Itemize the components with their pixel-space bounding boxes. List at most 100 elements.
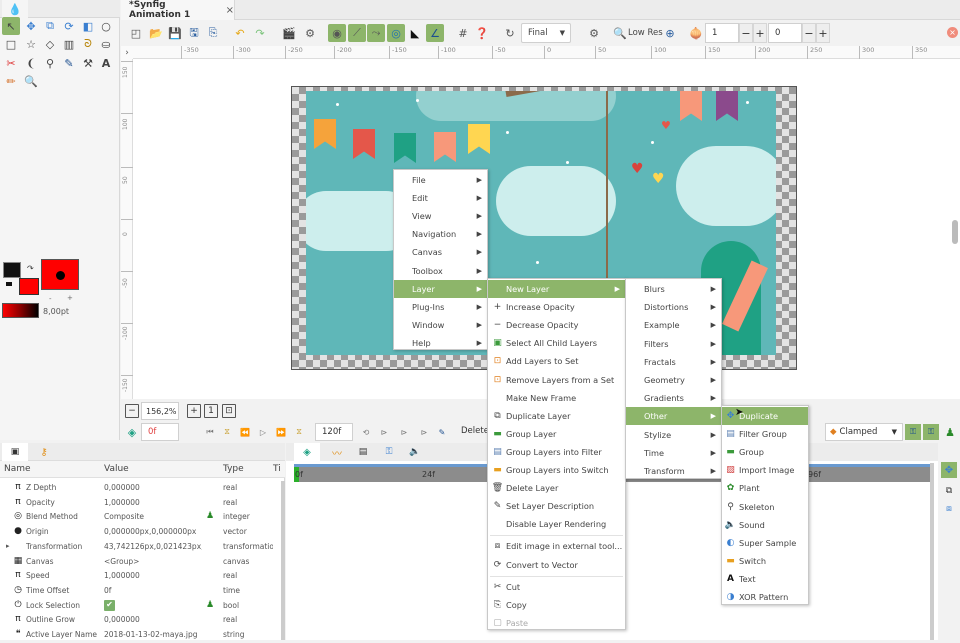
- rectangle-tool-icon[interactable]: □: [2, 35, 20, 53]
- fill-tool-icon[interactable]: ⛀: [97, 35, 115, 53]
- menu-item-view[interactable]: View ▶: [394, 207, 487, 225]
- prev-frame-icon[interactable]: ⏪: [238, 425, 252, 439]
- document-tab[interactable]: *Synfig Animation 1 ×: [121, 0, 235, 20]
- circle-tool-icon[interactable]: ○: [97, 17, 115, 35]
- menu-item-add-layers-to-set[interactable]: ⊡ Add Layers to Set: [488, 352, 625, 370]
- spline-tool-icon[interactable]: ᘐ: [79, 35, 97, 53]
- param-checkbox[interactable]: ✔: [104, 599, 115, 611]
- fill-color-swatch[interactable]: [19, 278, 39, 295]
- onion-past-decrement[interactable]: −: [739, 23, 753, 43]
- next-frame-icon[interactable]: ⏩: [274, 425, 288, 439]
- brush-size-value[interactable]: 8,00pt: [43, 307, 69, 316]
- close-canvas-icon[interactable]: ×: [947, 27, 958, 38]
- menu-item-toolbox[interactable]: Toolbox ▶: [394, 262, 487, 280]
- menu-item-disable-layer-rendering[interactable]: Disable Layer Rendering: [488, 515, 625, 533]
- param-value[interactable]: 0,000000px,0,000000px: [104, 527, 202, 536]
- menu-item-stylize[interactable]: Stylize ▶: [626, 426, 721, 444]
- menu-item-switch[interactable]: ▬ Switch: [722, 552, 808, 570]
- smooth-move-tool-icon[interactable]: ✥: [22, 17, 40, 35]
- low-res-icon[interactable]: 🔍: [611, 24, 629, 42]
- refresh-icon[interactable]: ↻: [501, 24, 519, 42]
- menu-item-import-image[interactable]: ▨ Import Image: [722, 461, 808, 479]
- rotate-tool-icon[interactable]: ⟳: [60, 17, 78, 35]
- menu-item-cut[interactable]: ✂ Cut: [488, 578, 625, 596]
- show-width-ducks-icon[interactable]: ◣: [406, 24, 424, 42]
- menu-item-canvas[interactable]: Canvas ▶: [394, 243, 487, 261]
- loop-icon[interactable]: ⟲: [359, 425, 373, 439]
- menu-item-example[interactable]: Example ▶: [626, 316, 721, 334]
- swap-colors-icon[interactable]: ↷: [27, 264, 34, 273]
- menu-item-layer[interactable]: Layer ▶: [394, 279, 487, 298]
- polygon-tool-icon[interactable]: ◇: [41, 35, 59, 53]
- menu-item-group-layers-into-filter[interactable]: ▤ Group Layers into Filter: [488, 443, 625, 461]
- cutout-tool-icon[interactable]: ✂: [2, 54, 20, 72]
- menu-item-help[interactable]: Help ▶: [394, 334, 487, 352]
- zoom-100-icon[interactable]: 1: [204, 404, 218, 418]
- menu-item-duplicate-layer[interactable]: ⧉ Duplicate Layer: [488, 407, 625, 425]
- static-person-icon[interactable]: ♟: [943, 425, 957, 439]
- timetrack-tab-icon[interactable]: ◈: [294, 443, 320, 461]
- increase-size-icon[interactable]: +: [67, 294, 73, 302]
- param-row[interactable]: π Opacity 1,000000 real: [0, 496, 280, 511]
- next-keyframe-icon[interactable]: ⧖: [292, 425, 306, 439]
- prev-keyframe-icon[interactable]: ⧖: [220, 425, 234, 439]
- open-file-icon[interactable]: 📂: [147, 24, 165, 42]
- lock-future-keyframe-icon[interactable]: ⚿: [923, 424, 939, 440]
- draw-tool-icon[interactable]: ✎: [60, 54, 78, 72]
- zoom-input[interactable]: 156,2%: [141, 402, 179, 420]
- menu-item-time[interactable]: Time ▶: [626, 444, 721, 462]
- static-person-icon[interactable]: ♟: [206, 511, 214, 521]
- menu-item-new-layer[interactable]: New Layer ▶: [488, 280, 625, 299]
- zoom-tool-icon[interactable]: 🔍: [22, 72, 40, 90]
- param-value[interactable]: 1,000000: [104, 571, 202, 580]
- menu-item-plant[interactable]: ✿ Plant: [722, 479, 808, 497]
- expand-arrow-icon[interactable]: ▸: [6, 542, 10, 550]
- param-value[interactable]: <Group>: [104, 557, 202, 566]
- delete-keyframe-button[interactable]: Delete: [461, 426, 489, 436]
- save-icon[interactable]: 💾: [166, 24, 184, 42]
- menu-item-navigation[interactable]: Navigation ▶: [394, 225, 487, 243]
- bounds-icon[interactable]: ⊳: [397, 425, 411, 439]
- show-angle-ducks-icon[interactable]: ∠: [426, 24, 444, 42]
- eyedrop-tool-icon[interactable]: ⚲: [41, 54, 59, 72]
- param-value[interactable]: 2018-01-13-02-maya.jpg: [104, 630, 202, 639]
- play-icon[interactable]: ▷: [256, 425, 270, 439]
- save-as-icon[interactable]: 🖫: [185, 24, 203, 42]
- menu-item-geometry[interactable]: Geometry ▶: [626, 371, 721, 389]
- seek-begin-icon[interactable]: ⏮: [203, 425, 217, 439]
- param-row[interactable]: π Z Depth 0,000000 real: [0, 481, 280, 496]
- menu-item-make-new-frame[interactable]: Make New Frame: [488, 389, 625, 407]
- menu-item-copy[interactable]: ⎘ Copy: [488, 596, 625, 614]
- keyframes-tab-icon[interactable]: ▤: [352, 443, 374, 461]
- synfig-drop-icon[interactable]: 💧: [2, 0, 28, 18]
- low-res-zoom-icon[interactable]: ⊕: [661, 24, 679, 42]
- param-row[interactable]: ◷ Time Offset 0f time: [0, 584, 280, 599]
- show-radius-ducks-icon[interactable]: ◎: [387, 24, 405, 42]
- menu-item-set-layer-description[interactable]: ✎ Set Layer Description: [488, 497, 625, 515]
- library-tab-key-icon[interactable]: ⚷: [34, 443, 54, 461]
- param-row[interactable]: ▦ Canvas <Group> canvas: [0, 555, 280, 570]
- menu-item-transform[interactable]: Transform ▶: [626, 462, 721, 480]
- bounds-end-icon[interactable]: ⊳: [417, 425, 431, 439]
- onion-past-increment[interactable]: +: [753, 23, 767, 43]
- low-res-label[interactable]: Low Res: [628, 28, 663, 38]
- gradient-swatch[interactable]: [2, 303, 39, 318]
- group-layer-icon[interactable]: ⧈: [941, 501, 957, 517]
- bone-tool-icon[interactable]: ⚒: [79, 54, 97, 72]
- menu-item-distortions[interactable]: Distortions ▶: [626, 298, 721, 316]
- param-row[interactable]: π Outline Grow 0,000000 real: [0, 613, 280, 628]
- transform-tool-icon[interactable]: ↖: [2, 17, 20, 35]
- mirror-tool-icon[interactable]: ◧: [79, 17, 97, 35]
- animation-mode-icon[interactable]: ◈: [125, 425, 139, 439]
- param-row[interactable]: π Speed 1,000000 real: [0, 569, 280, 584]
- menu-item-xor-pattern[interactable]: ◑ XOR Pattern: [722, 588, 808, 606]
- current-frame-input[interactable]: 0f: [141, 423, 179, 441]
- col-type[interactable]: Type: [223, 464, 244, 474]
- zoom-in-icon[interactable]: +: [187, 404, 201, 418]
- params-tab-icon[interactable]: ▣: [2, 443, 28, 461]
- static-person-icon[interactable]: ♟: [206, 600, 214, 610]
- param-value[interactable]: 0,000000: [104, 483, 202, 492]
- menu-item-gradients[interactable]: Gradients ▶: [626, 389, 721, 407]
- interpolation-select[interactable]: ◆ Clamped ▼: [825, 423, 903, 441]
- duplicate-layer-icon[interactable]: ⧉: [941, 483, 957, 499]
